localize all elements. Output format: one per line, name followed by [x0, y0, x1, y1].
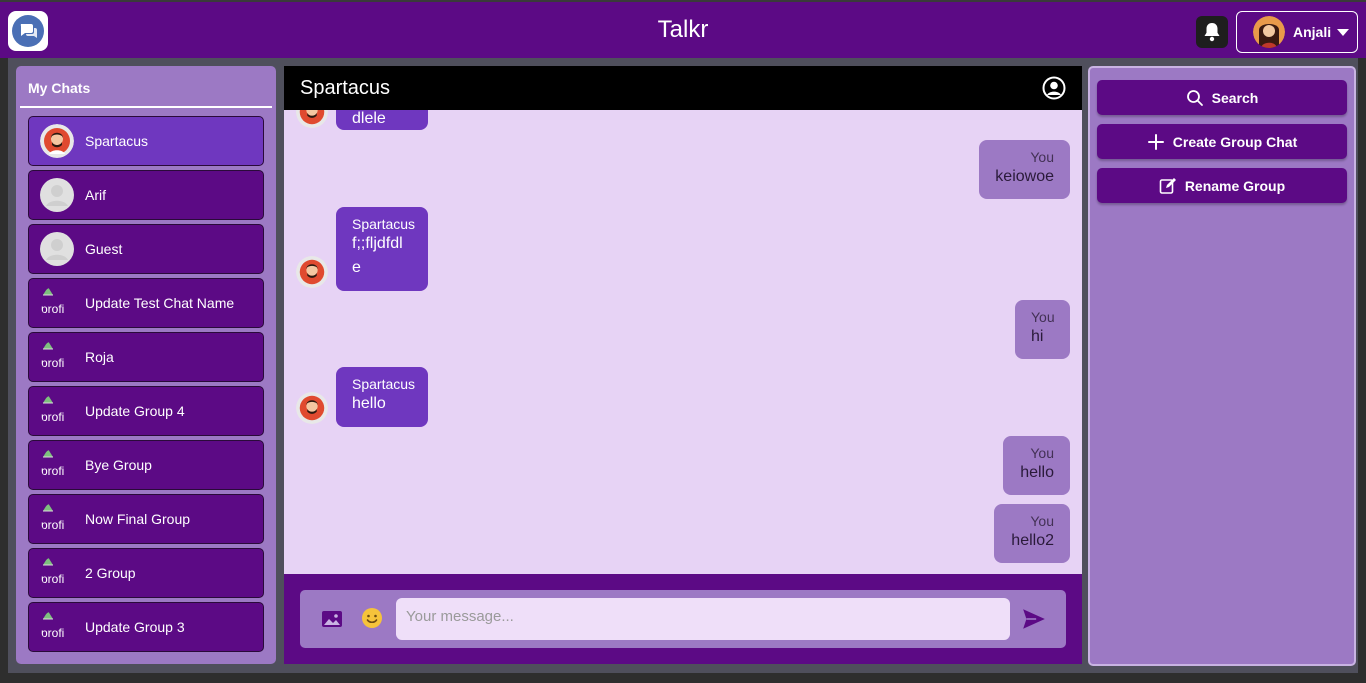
message-sender: You	[1031, 309, 1055, 325]
message-input[interactable]	[396, 598, 1010, 640]
image-upload-icon[interactable]	[320, 607, 344, 631]
chat-item-update-group-4[interactable]: profi Update Group 4	[28, 386, 264, 436]
spartacus-avatar	[40, 124, 74, 158]
chat-item-spartacus[interactable]: Spartacus	[28, 116, 264, 166]
user-menu-button[interactable]: Anjali	[1236, 11, 1358, 53]
create-group-chat-button[interactable]: Create Group Chat	[1097, 124, 1347, 159]
chat-item-2-group[interactable]: profi 2 Group	[28, 548, 264, 598]
app-logo[interactable]	[8, 11, 48, 51]
chat-item-update-group-3[interactable]: profi Update Group 3	[28, 602, 264, 652]
emoji-icon[interactable]	[360, 606, 384, 630]
sender-avatar	[296, 110, 328, 128]
message-text: hi	[1031, 328, 1044, 345]
window-bottom-edge	[0, 673, 1366, 683]
message-bubble: Spartacus hello	[336, 367, 428, 427]
search-button-label: Search	[1211, 89, 1259, 106]
message-sender: You	[1030, 149, 1054, 165]
message-composer	[300, 590, 1066, 648]
message-bubble: You hi	[1015, 300, 1070, 359]
chat-item-label: Update Group 3	[85, 619, 185, 635]
user-profile-icon[interactable]	[1042, 76, 1066, 100]
my-chats-title: My Chats	[20, 72, 272, 108]
chat-item-label: Spartacus	[85, 133, 149, 149]
broken-image-icon: profi	[40, 448, 74, 482]
chevron-down-icon	[1337, 28, 1350, 36]
message-sender: You	[1030, 445, 1054, 461]
message-bubble: You hello2	[994, 504, 1070, 563]
chat-item-label: Update Test Chat Name	[85, 295, 235, 311]
message-text: hello	[352, 395, 386, 412]
default-user-avatar	[40, 232, 74, 266]
send-icon[interactable]	[1021, 606, 1047, 632]
message-text: dlele	[352, 110, 386, 127]
search-button[interactable]: Search	[1097, 80, 1347, 115]
message-text: hello2	[1011, 532, 1054, 549]
message-text: hello	[1020, 464, 1054, 481]
chat-item-now-final-group[interactable]: profi Now Final Group	[28, 494, 264, 544]
default-user-avatar	[40, 178, 74, 212]
message-sender: Spartacus	[352, 216, 416, 232]
chat-item-roja[interactable]: profi Roja	[28, 332, 264, 382]
message-text: keiowoe	[995, 168, 1054, 185]
chat-item-label: Guest	[85, 241, 123, 257]
chat-item-bye-group[interactable]: profi Bye Group	[28, 440, 264, 490]
chat-item-guest[interactable]: Guest	[28, 224, 264, 274]
sender-avatar	[296, 392, 328, 424]
broken-image-icon: profi	[40, 610, 74, 644]
message-bubble: You keiowoe	[979, 140, 1070, 199]
broken-image-icon: profi	[40, 340, 74, 374]
my-chats-panel: My Chats Spartacus Arif Guest profi Upda…	[16, 66, 276, 664]
app-title: Talkr	[657, 16, 709, 43]
rename-group-label: Rename Group	[1184, 177, 1286, 194]
sender-avatar	[296, 256, 328, 288]
chat-item-arif[interactable]: Arif	[28, 170, 264, 220]
top-navbar: Talkr Anjali	[0, 0, 1366, 58]
chat-item-label: Update Group 4	[85, 403, 185, 419]
chat-item-label: Now Final Group	[85, 511, 191, 527]
message-sender: You	[1030, 513, 1054, 529]
message-text: f;;fljdfdl e	[352, 235, 403, 276]
chat-item-label: Arif	[85, 187, 106, 203]
notifications-button[interactable]	[1196, 16, 1228, 48]
edit-icon	[1159, 177, 1176, 194]
chat-bubbles-icon	[12, 15, 44, 47]
actions-panel: Search Create Group Chat Rename Group	[1088, 66, 1356, 666]
message-sender: Spartacus	[352, 376, 416, 392]
broken-image-icon: profi	[40, 556, 74, 590]
plus-icon	[1147, 133, 1164, 150]
message-list[interactable]: dlele You keiowoe Spartacus f;;fljdfdl e…	[284, 110, 1082, 574]
broken-image-icon: profi	[40, 286, 74, 320]
chat-header: Spartacus	[284, 66, 1082, 110]
user-avatar	[1253, 16, 1285, 48]
message-bubble: dlele	[336, 110, 428, 130]
message-bubble: Spartacus f;;fljdfdl e	[336, 207, 428, 291]
rename-group-button[interactable]: Rename Group	[1097, 168, 1347, 203]
chat-item-label: Roja	[85, 349, 114, 365]
search-icon	[1186, 89, 1203, 106]
chat-item-update-test-chat-name[interactable]: profi Update Test Chat Name	[28, 278, 264, 328]
chat-title: Spartacus	[300, 77, 391, 99]
user-name: Anjali	[1293, 24, 1332, 40]
broken-image-icon: profi	[40, 394, 74, 428]
create-group-chat-label: Create Group Chat	[1172, 133, 1298, 150]
chat-item-label: Bye Group	[85, 457, 152, 473]
chat-panel: Spartacus dlele You keiowoe Spartacus f;…	[284, 66, 1082, 664]
bell-icon	[1204, 23, 1220, 42]
message-bubble: You hello	[1003, 436, 1070, 495]
broken-image-icon: profi	[40, 502, 74, 536]
chat-item-label: 2 Group	[85, 565, 136, 581]
